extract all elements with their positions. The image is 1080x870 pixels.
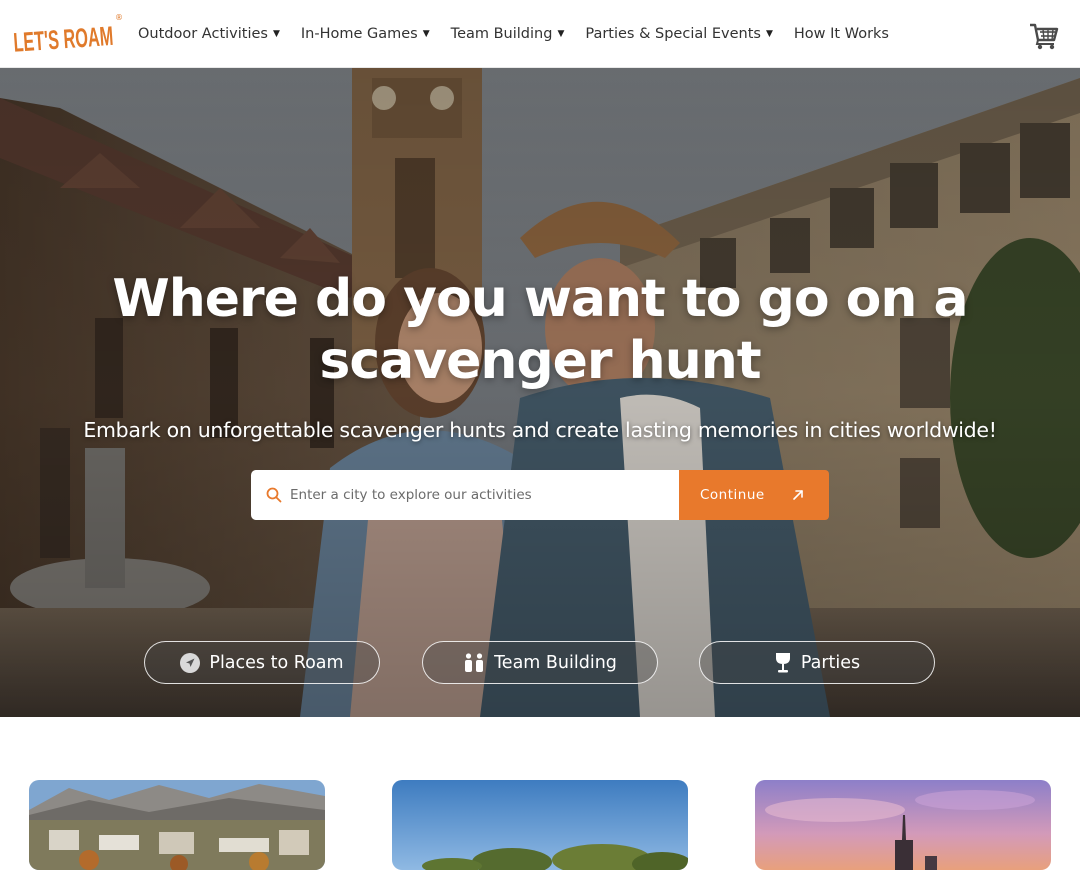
mountain-city-card[interactable] <box>29 780 325 870</box>
nav-outdoor-activities[interactable]: Outdoor Activities ▼ <box>138 26 280 42</box>
continue-button[interactable]: Continue <box>679 470 829 520</box>
search-box <box>251 470 679 520</box>
nav-team-building[interactable]: Team Building ▼ <box>451 26 565 42</box>
navigation-icon <box>180 652 201 673</box>
places-to-roam-button[interactable]: Places to Roam <box>144 641 380 684</box>
continue-button-label: Continue <box>700 487 765 503</box>
arrow-up-right-icon <box>793 490 803 500</box>
logo-text: LET'S ROAM <box>12 21 114 56</box>
hero-background-photo <box>0 68 1080 717</box>
team-building-button[interactable]: Team Building <box>422 641 658 684</box>
lets-roam-logo[interactable]: LET'S ROAM ® <box>11 12 125 56</box>
places-to-roam-label: Places to Roam <box>209 652 344 673</box>
hero-section: Where do you want to go on a scavenger h… <box>0 68 1080 717</box>
nav-outdoor-activities-label: Outdoor Activities <box>138 26 268 42</box>
mountain-city-image <box>29 780 325 870</box>
search-icon <box>266 487 282 503</box>
caret-down-icon: ▼ <box>765 29 773 39</box>
hero-subtitle: Embark on unforgettable scavenger hunts … <box>83 418 997 442</box>
skyline-sunset-card[interactable] <box>755 780 1051 870</box>
shopping-cart-icon[interactable] <box>1029 22 1059 50</box>
nav-in-home-games-label: In-Home Games <box>300 26 418 42</box>
city-search-bar: Continue <box>251 470 829 520</box>
caret-down-icon: ▼ <box>272 29 280 39</box>
registered-mark: ® <box>115 13 123 22</box>
nav-how-it-works[interactable]: How It Works <box>794 26 889 42</box>
park-image <box>392 780 688 870</box>
nav-parties-special-events-label: Parties & Special Events <box>585 26 761 42</box>
parties-button[interactable]: Parties <box>699 641 935 684</box>
site-header: LET'S ROAM ® Outdoor Activities ▼ In-Hom… <box>0 0 1080 68</box>
team-building-label: Team Building <box>494 652 617 673</box>
caret-down-icon: ▼ <box>422 29 430 39</box>
nav-team-building-label: Team Building <box>450 26 553 42</box>
city-search-input[interactable] <box>290 487 670 503</box>
nav-parties-special-events[interactable]: Parties & Special Events ▼ <box>585 26 773 42</box>
wine-glass-icon <box>774 652 792 674</box>
nav-in-home-games[interactable]: In-Home Games ▼ <box>301 26 430 42</box>
people-icon <box>463 652 485 673</box>
park-card[interactable] <box>392 780 688 870</box>
main-nav: Outdoor Activities ▼ In-Home Games ▼ Tea… <box>138 0 910 68</box>
nav-how-it-works-label: How It Works <box>793 26 889 42</box>
caret-down-icon: ▼ <box>557 29 565 39</box>
parties-label: Parties <box>800 652 861 673</box>
hero-title: Where do you want to go on a scavenger h… <box>112 269 968 391</box>
skyline-sunset-image <box>755 780 1051 870</box>
